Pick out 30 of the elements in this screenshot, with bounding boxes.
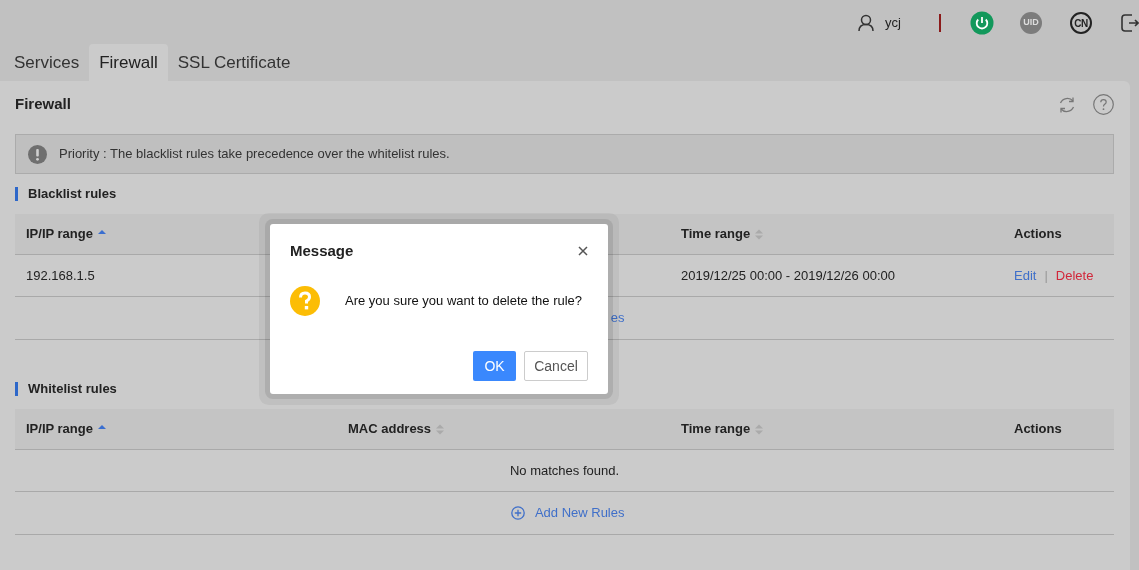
column-header[interactable]: Time range	[681, 419, 765, 439]
language-button[interactable]: CN	[1070, 12, 1092, 34]
column-header[interactable]: Time range	[681, 224, 765, 244]
dialog-message: Are you sure you want to delete the rule?	[345, 291, 583, 310]
table-cell: 192.168.1.5	[26, 267, 95, 283]
close-icon[interactable]	[578, 246, 588, 257]
user-icon[interactable]	[858, 14, 875, 32]
power-icon[interactable]	[970, 11, 994, 35]
tab[interactable]: Services	[4, 43, 90, 81]
cancel-button[interactable]: Cancel	[524, 351, 588, 381]
plus-icon[interactable]	[510, 506, 525, 520]
column-header: Actions	[1014, 225, 1062, 244]
section-title: Blacklist rules	[15, 187, 1114, 201]
table-cell: 2019/12/25 00:00 - 2019/12/26 00:00	[681, 267, 895, 283]
separator: |	[1044, 267, 1048, 283]
help-icon[interactable]	[1093, 94, 1114, 115]
question-icon	[290, 285, 320, 316]
column-header[interactable]: IP/IP range	[26, 224, 107, 244]
user-name[interactable]: ycj	[885, 13, 901, 33]
dialog-title: Message	[290, 241, 354, 261]
empty-message: No matches found.	[509, 461, 620, 480]
logout-icon[interactable]	[1120, 12, 1139, 34]
column-header[interactable]: IP/IP range	[26, 419, 107, 439]
warning-icon	[28, 144, 47, 164]
alert-text: Priority : The blacklist rules take precedence over the whitelist rules.	[59, 145, 450, 164]
column-header: Actions	[1014, 420, 1062, 439]
tab[interactable]: Firewall	[89, 43, 168, 81]
column-header[interactable]: MAC address	[348, 419, 446, 439]
tab[interactable]: SSL Certificate	[167, 43, 301, 81]
page-title: Firewall	[15, 94, 71, 115]
